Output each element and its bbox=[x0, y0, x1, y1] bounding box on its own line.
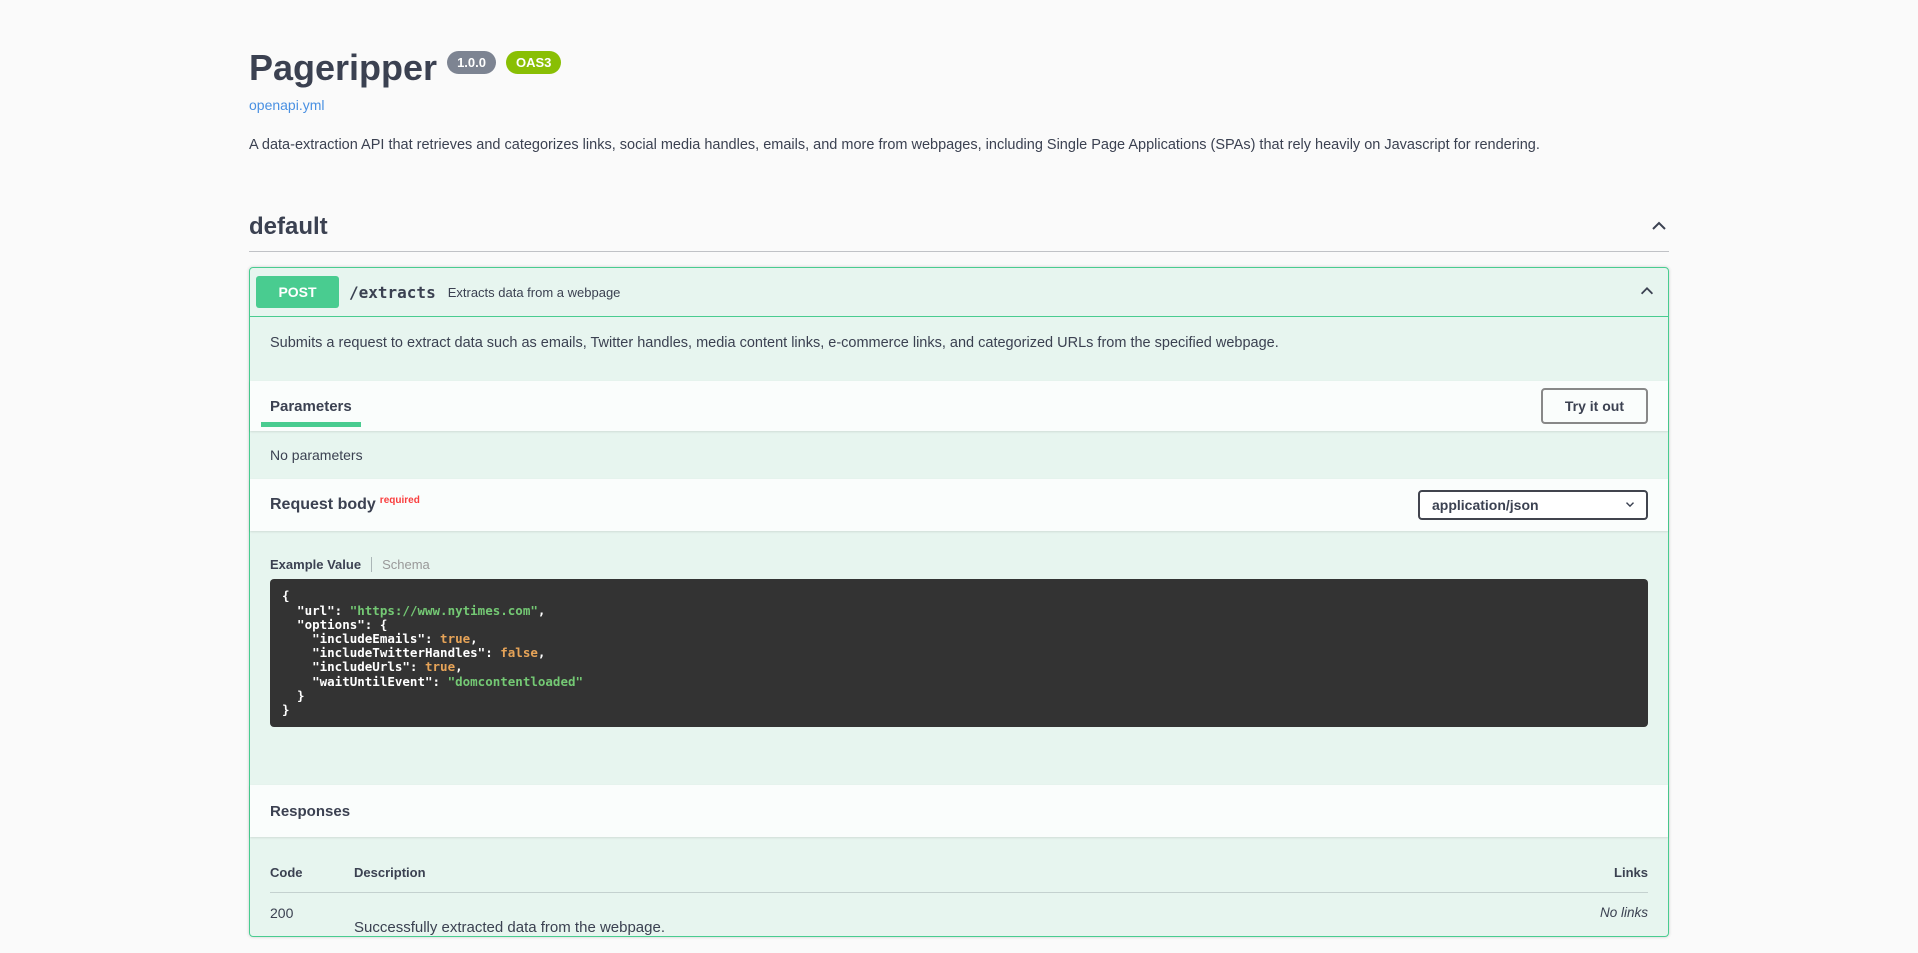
code-key: "options": { bbox=[282, 617, 387, 632]
content-type-value: application/json bbox=[1432, 497, 1539, 513]
column-header-description: Description bbox=[354, 865, 1518, 880]
endpoint-path: /extracts bbox=[349, 283, 436, 302]
response-code: 200 bbox=[270, 905, 354, 936]
column-header-code: Code bbox=[270, 865, 354, 880]
operation-description: Submits a request to extract data such a… bbox=[250, 317, 1668, 381]
model-example-tabs: Example Value Schema bbox=[250, 531, 1668, 579]
required-flag: required bbox=[380, 495, 420, 506]
response-description-text: Successfully extracted data from the web… bbox=[354, 919, 1518, 936]
code-line: } bbox=[282, 688, 305, 703]
api-title: Pageripper bbox=[249, 50, 437, 86]
request-body-label-text: Request body bbox=[270, 496, 376, 513]
request-body-section-header: Request body required application/json bbox=[250, 479, 1668, 531]
version-badge: 1.0.0 bbox=[447, 51, 496, 74]
tag-title: default bbox=[249, 213, 328, 241]
title-row: Pageripper 1.0.0 OAS3 bbox=[249, 50, 1669, 86]
responses-table-header: Code Description Links bbox=[270, 865, 1648, 893]
code-key: "includeUrls": bbox=[282, 659, 425, 674]
code-line: { bbox=[282, 588, 290, 603]
http-method-badge: POST bbox=[256, 276, 339, 308]
request-body-label: Request body required bbox=[270, 496, 420, 514]
tag-collapse-button[interactable] bbox=[1649, 216, 1669, 239]
code-punct: , bbox=[538, 645, 546, 660]
parameters-section-header: Parameters Try it out bbox=[250, 381, 1668, 431]
opblock-collapse-button[interactable] bbox=[1638, 282, 1656, 303]
code-punct: , bbox=[538, 603, 546, 618]
code-punct: , bbox=[470, 631, 478, 646]
opblock-body: Submits a request to extract data such a… bbox=[250, 317, 1668, 936]
chevron-up-icon bbox=[1649, 216, 1669, 239]
column-header-links: Links bbox=[1518, 865, 1648, 880]
try-it-out-button[interactable]: Try it out bbox=[1541, 388, 1648, 424]
tag-header-default[interactable]: default bbox=[249, 213, 1669, 252]
code-key: "waitUntilEvent": bbox=[282, 674, 448, 689]
no-parameters-message: No parameters bbox=[250, 431, 1668, 479]
opblock-post-extracts: POST /extracts Extracts data from a webp… bbox=[249, 267, 1669, 937]
example-json-code-block: { "url": "https://www.nytimes.com", "opt… bbox=[270, 579, 1648, 727]
openapi-spec-link[interactable]: openapi.yml bbox=[249, 97, 325, 113]
code-key: "includeTwitterHandles": bbox=[282, 645, 500, 660]
response-row-200: 200 Successfully extracted data from the… bbox=[270, 893, 1648, 936]
api-description: A data-extraction API that retrieves and… bbox=[249, 135, 1669, 155]
tab-schema[interactable]: Schema bbox=[372, 557, 430, 572]
code-key: "includeEmails": bbox=[282, 631, 440, 646]
response-links: No links bbox=[1518, 905, 1648, 936]
code-boolean: true bbox=[440, 631, 470, 646]
oas3-badge: OAS3 bbox=[506, 51, 561, 74]
code-boolean: false bbox=[500, 645, 538, 660]
chevron-up-icon bbox=[1638, 282, 1656, 303]
tab-parameters[interactable]: Parameters bbox=[261, 381, 361, 431]
response-description: Successfully extracted data from the web… bbox=[354, 905, 1518, 936]
opblock-summary[interactable]: POST /extracts Extracts data from a webp… bbox=[250, 268, 1668, 317]
content-type-select[interactable]: application/json bbox=[1418, 490, 1648, 520]
endpoint-summary: Extracts data from a webpage bbox=[448, 285, 621, 300]
code-boolean: true bbox=[425, 659, 455, 674]
chevron-down-icon bbox=[1623, 497, 1637, 514]
code-string: "https://www.nytimes.com" bbox=[350, 603, 538, 618]
tab-example-value[interactable]: Example Value bbox=[270, 557, 372, 572]
responses-table: Code Description Links 200 Successfully … bbox=[250, 837, 1668, 936]
code-punct: , bbox=[455, 659, 463, 674]
api-info-section: Pageripper 1.0.0 OAS3 openapi.yml A data… bbox=[249, 0, 1669, 155]
code-string: "domcontentloaded" bbox=[448, 674, 583, 689]
code-key: "url": bbox=[282, 603, 350, 618]
parameters-tab-label: Parameters bbox=[270, 398, 352, 415]
responses-section-header: Responses bbox=[250, 785, 1668, 837]
code-line: } bbox=[282, 702, 290, 717]
responses-label: Responses bbox=[270, 803, 350, 820]
swagger-wrapper: Pageripper 1.0.0 OAS3 openapi.yml A data… bbox=[229, 0, 1689, 937]
